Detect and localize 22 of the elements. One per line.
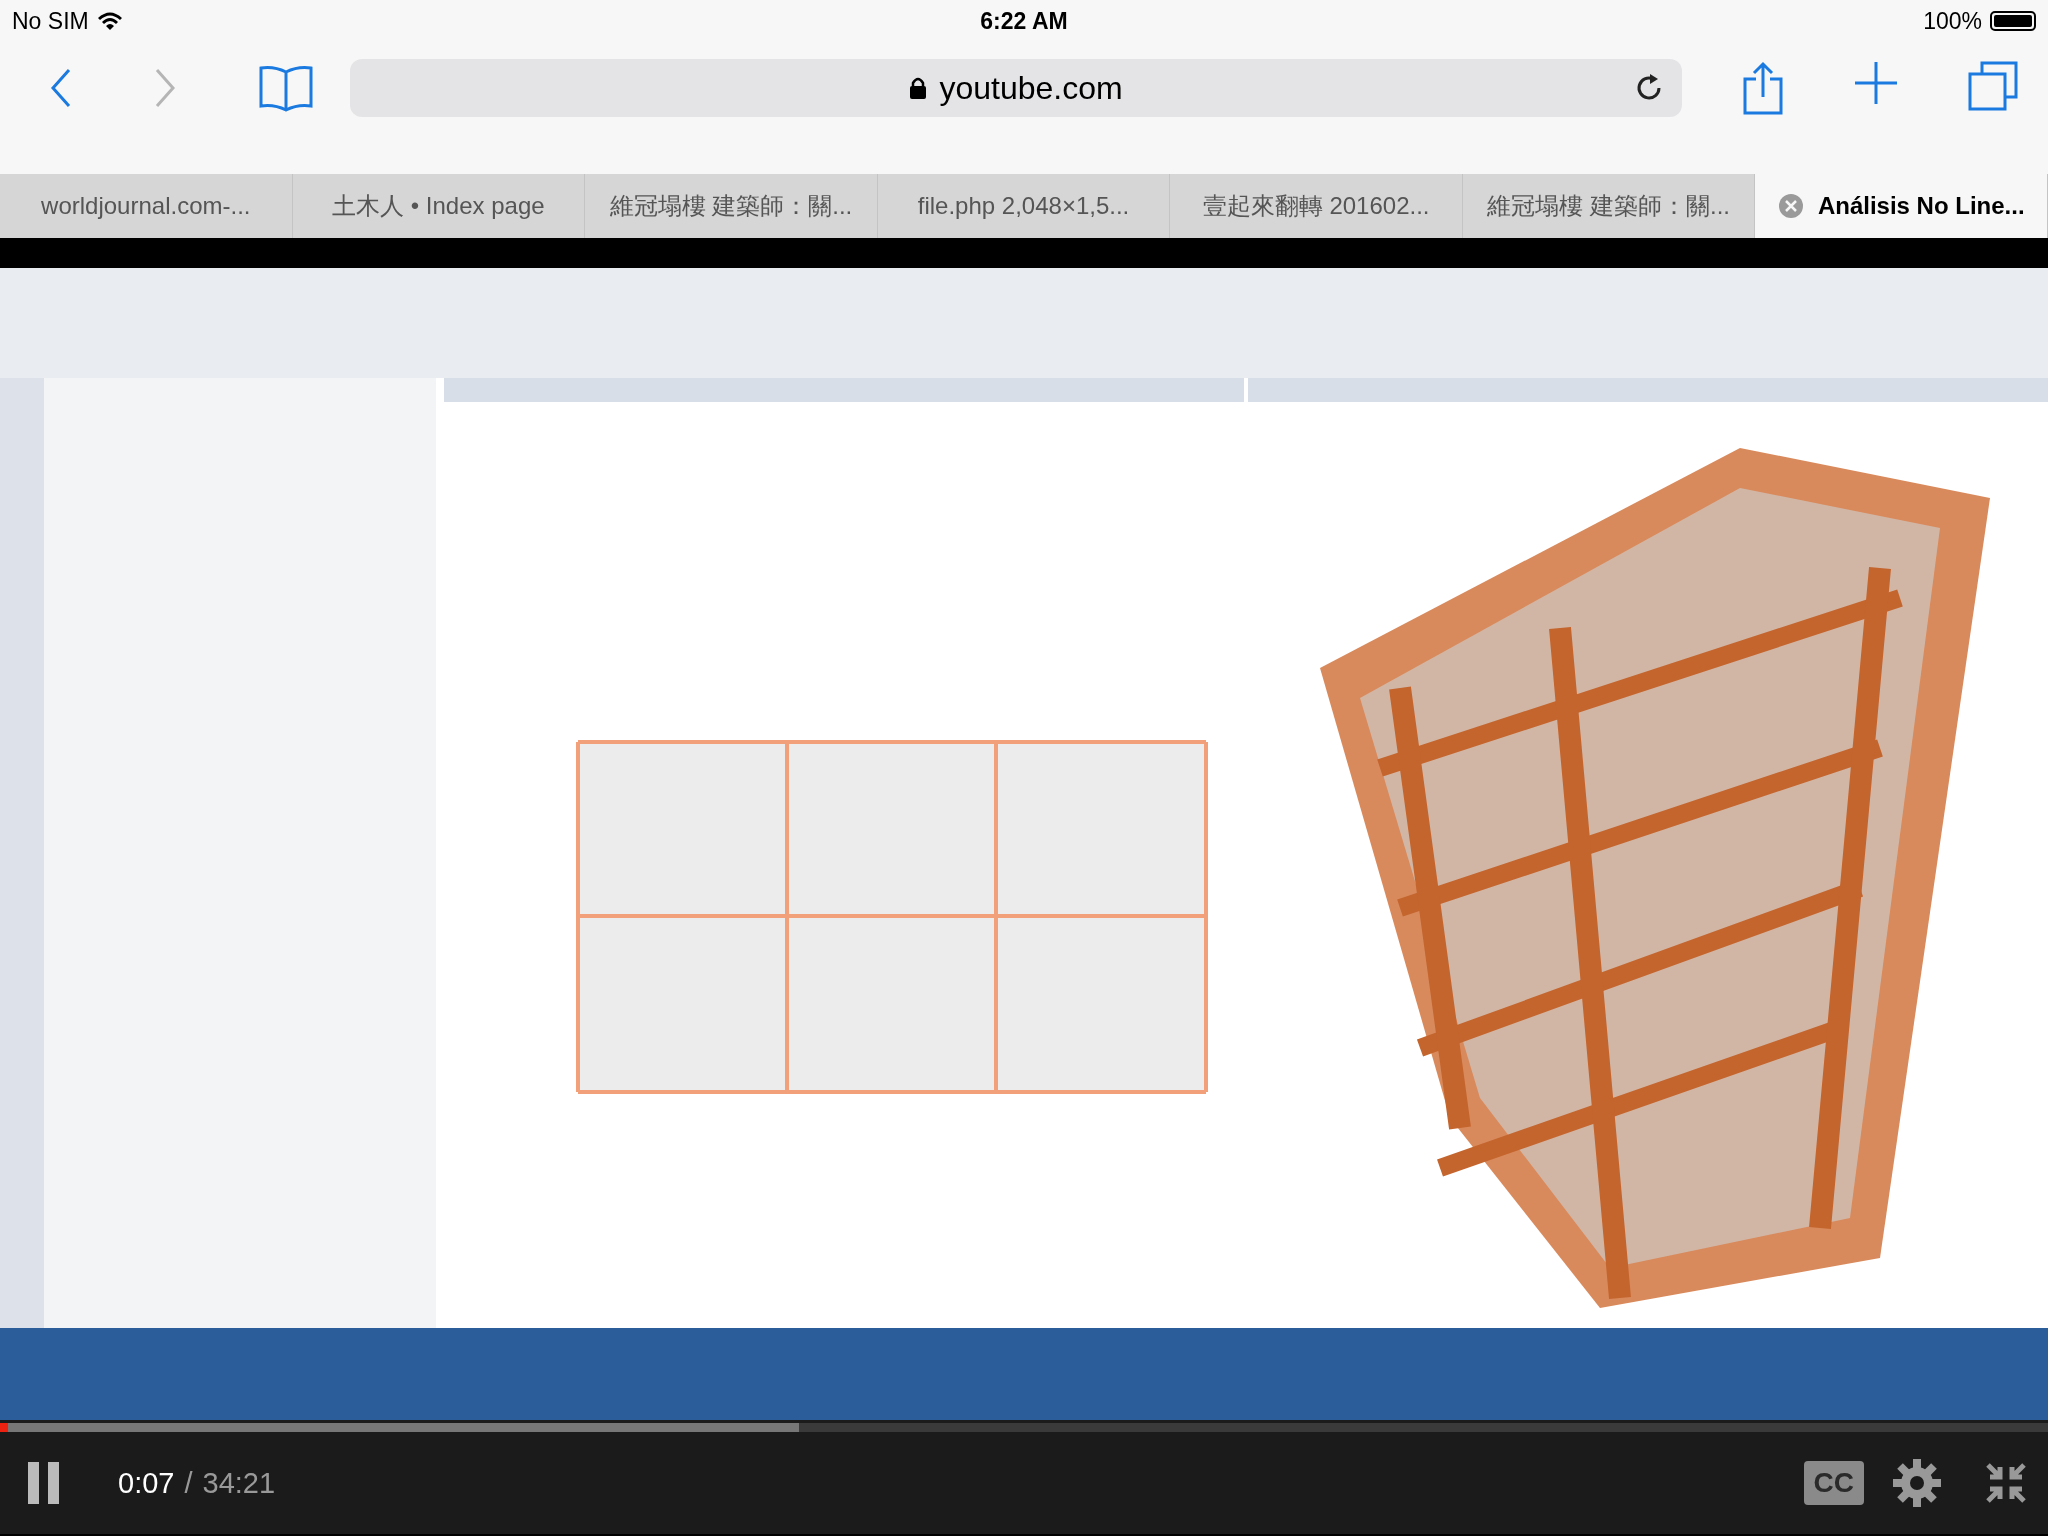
exit-fullscreen-icon[interactable]	[1984, 1461, 2028, 1505]
back-icon[interactable]	[50, 68, 72, 108]
duration: 34:21	[202, 1466, 276, 1500]
bookmarks-icon[interactable]	[258, 64, 314, 112]
clock: 6:22 AM	[980, 7, 1068, 35]
progress-bar[interactable]	[0, 1423, 2048, 1432]
battery-icon	[1990, 11, 2036, 31]
wifi-icon	[96, 11, 123, 31]
battery-percentage: 100%	[1923, 7, 1982, 35]
lock-icon	[909, 76, 928, 100]
share-icon[interactable]	[1742, 61, 1784, 115]
address-field[interactable]: youtube.com	[350, 59, 1682, 117]
browser-tab[interactable]: Análisis No Line...	[1755, 174, 2048, 238]
tabs-icon[interactable]	[1968, 61, 2018, 111]
time-separator: /	[184, 1466, 193, 1500]
captions-button[interactable]: CC	[1803, 1461, 1864, 1505]
elapsed-time: 0:07	[118, 1466, 175, 1500]
plus-icon[interactable]	[1854, 61, 1898, 105]
close-icon[interactable]	[1777, 193, 1804, 219]
carrier-label: No SIM	[12, 7, 89, 35]
pause-button[interactable]	[26, 1460, 62, 1506]
settings-icon[interactable]	[1892, 1458, 1942, 1508]
